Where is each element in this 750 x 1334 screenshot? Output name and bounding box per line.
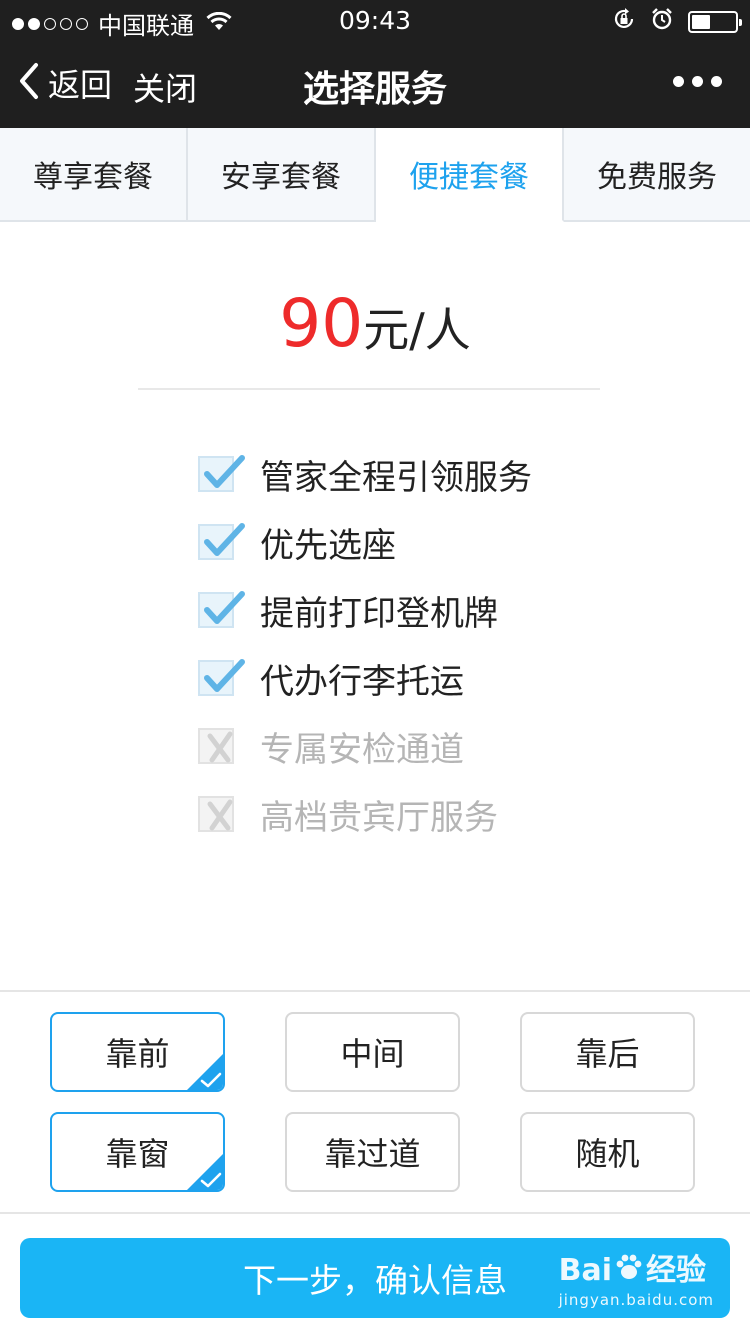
page-title: 选择服务 <box>302 69 447 110</box>
feature-label: 管家全程引领服务 <box>260 457 532 498</box>
feature-label: 优先选座 <box>260 525 396 566</box>
seat-option-label: 靠前 <box>105 1035 170 1073</box>
price-amount: 90 <box>279 285 364 362</box>
seat-option-label: 随机 <box>575 1135 640 1173</box>
feature-item: 提前打印登机牌 <box>198 576 532 644</box>
divider <box>138 388 600 390</box>
watermark-brand-left: Bai <box>558 1252 612 1288</box>
check-icon <box>198 523 245 560</box>
back-button[interactable]: 返回 <box>16 60 112 106</box>
feature-item: 优先选座 <box>198 508 532 576</box>
tab-2[interactable]: 安享套餐 <box>188 128 376 220</box>
close-button[interactable]: 关闭 <box>133 64 197 110</box>
feature-item: 代办行李托运 <box>198 644 532 712</box>
check-icon <box>198 591 245 628</box>
status-bar: 中国联通 09:43 <box>0 0 750 40</box>
feature-item: 管家全程引领服务 <box>198 440 532 508</box>
seat-option-button[interactable]: 随机 <box>520 1112 695 1192</box>
seat-option-button[interactable]: 靠过道 <box>285 1112 460 1192</box>
seat-option-label: 靠窗 <box>105 1135 170 1173</box>
cross-icon <box>198 728 234 764</box>
tab-4[interactable]: 免费服务 <box>564 128 750 220</box>
orientation-lock-icon <box>612 7 636 37</box>
seat-option-label: 靠后 <box>575 1035 640 1073</box>
nav-bar: 返回 关闭 选择服务 <box>0 40 750 128</box>
seat-options: 靠前 中间 靠后靠窗 靠过道 随机 <box>50 1012 700 1192</box>
seat-option-button[interactable]: 靠后 <box>520 1012 695 1092</box>
seat-option-button[interactable]: 靠窗 <box>50 1112 225 1192</box>
package-tabs: 尊享套餐 安享套餐 便捷套餐 免费服务 <box>0 128 750 222</box>
tab-1[interactable]: 尊享套餐 <box>0 128 188 220</box>
more-button[interactable] <box>673 76 722 87</box>
cross-icon <box>198 796 234 832</box>
baidu-jingyan-watermark: Bai 经验 jingyan.baidu.com <box>559 1252 714 1309</box>
seat-option-label: 中间 <box>340 1035 405 1073</box>
feature-list: 管家全程引领服务 优先选座提前打印登机牌 代办行李托运 专属安检通道 高档贵宾厅服务 <box>198 440 532 848</box>
seat-option-label: 靠过道 <box>324 1135 421 1173</box>
paw-icon <box>614 1252 644 1289</box>
tab-3[interactable]: 便捷套餐 <box>376 128 564 222</box>
alarm-icon <box>650 7 674 37</box>
price: 90元/人 <box>0 285 750 362</box>
feature-item: 高档贵宾厅服务 <box>198 780 532 848</box>
back-chevron-icon <box>16 61 42 105</box>
more-icon <box>673 76 684 87</box>
feature-item: 专属安检通道 <box>198 712 532 780</box>
feature-label: 代办行李托运 <box>260 661 464 702</box>
battery-icon <box>688 11 742 33</box>
feature-label: 高档贵宾厅服务 <box>260 797 498 838</box>
divider <box>0 990 750 992</box>
check-icon <box>198 455 245 492</box>
seat-option-button[interactable]: 中间 <box>285 1012 460 1092</box>
divider <box>0 1212 750 1214</box>
watermark-brand-right: 经验 <box>645 1252 706 1288</box>
selected-check-icon <box>185 1152 223 1190</box>
check-icon <box>198 659 245 696</box>
watermark-url: jingyan.baidu.com <box>558 1291 714 1309</box>
feature-label: 提前打印登机牌 <box>260 593 498 634</box>
seat-option-button[interactable]: 靠前 <box>50 1012 225 1092</box>
price-unit: 元/人 <box>363 303 471 357</box>
feature-label: 专属安检通道 <box>260 729 464 770</box>
selected-check-icon <box>185 1052 223 1090</box>
status-right <box>612 7 742 37</box>
back-label: 返回 <box>48 66 113 104</box>
